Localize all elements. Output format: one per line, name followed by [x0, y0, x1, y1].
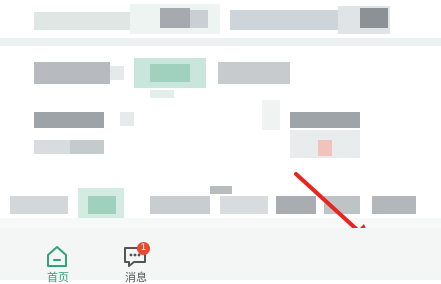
- mosaic-block: [210, 186, 232, 194]
- mosaic-block: [190, 10, 208, 28]
- mosaic-block: [34, 112, 104, 128]
- mosaic-block: [324, 196, 360, 214]
- mosaic-block: [150, 64, 190, 82]
- mosaic-block: [218, 62, 290, 84]
- mosaic-block: [276, 196, 316, 214]
- mosaic-block: [372, 196, 416, 214]
- mosaic-block: [0, 38, 441, 46]
- mosaic-block: [230, 10, 338, 30]
- mosaic-block: [150, 90, 174, 98]
- mosaic-block: [360, 8, 388, 28]
- mosaic-block: [160, 8, 190, 28]
- mosaic-block: [110, 66, 124, 80]
- mosaic-block: [290, 112, 360, 128]
- home-icon: [47, 246, 67, 267]
- mosaic-block: [120, 112, 134, 126]
- mosaic-block: [34, 62, 110, 84]
- mosaic-block: [150, 196, 210, 214]
- mosaic-block: [318, 140, 332, 156]
- tab-home-label: 首页: [47, 272, 69, 284]
- mosaic-block: [34, 12, 130, 30]
- mosaic-block: [0, 218, 441, 228]
- bottom-tab-bar: 首页 1 消息: [0, 228, 441, 284]
- tab-messages-label: 消息: [125, 272, 147, 284]
- mosaic-block: [88, 196, 116, 214]
- mosaic-block: [10, 196, 68, 214]
- mosaic-block: [220, 196, 268, 214]
- unread-badge: 1: [137, 242, 150, 255]
- mosaic-block: [34, 140, 70, 154]
- tab-home[interactable]: 首页: [38, 228, 78, 284]
- tab-messages[interactable]: 1 消息: [116, 228, 156, 284]
- mosaic-block: [70, 140, 104, 154]
- mosaic-block: [262, 100, 280, 130]
